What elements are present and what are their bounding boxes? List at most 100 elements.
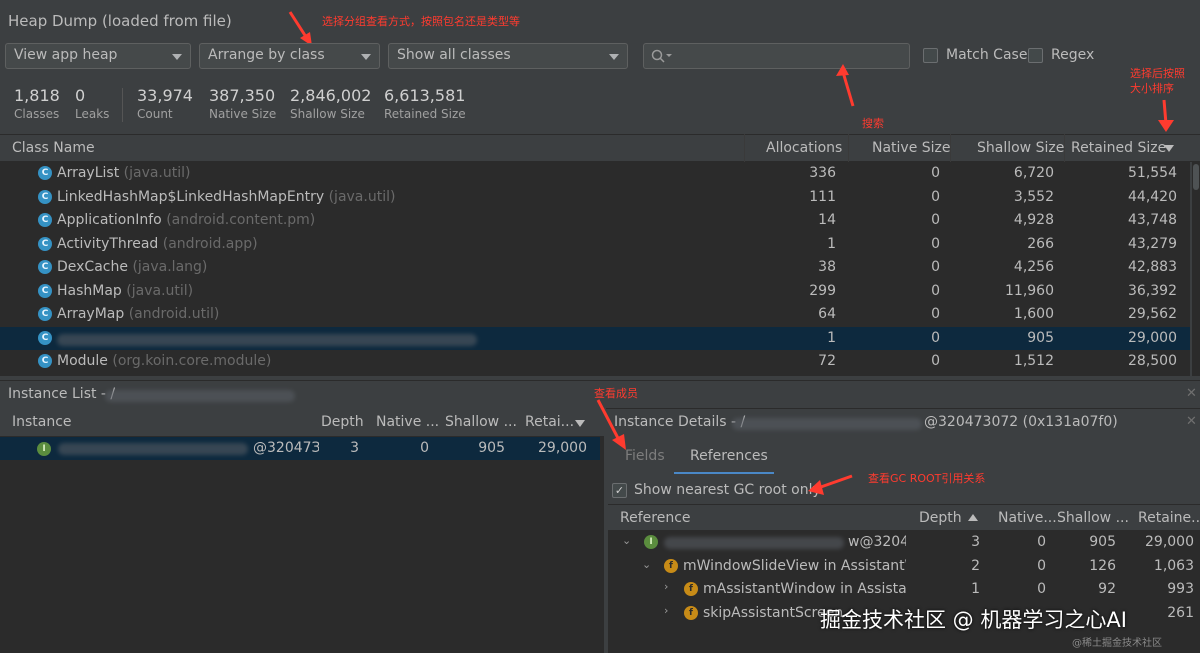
annotation-gcroot: 查看GC ROOT引用关系 bbox=[868, 472, 986, 485]
col-native[interactable]: Native... bbox=[998, 510, 1057, 526]
instance-list-title: Instance List - / bbox=[8, 386, 116, 402]
col-reference[interactable]: Reference bbox=[620, 510, 691, 526]
watermark: 掘金技术社区 @ 机器学习之心AI bbox=[820, 608, 1127, 632]
arrange-select[interactable]: Arrange by class bbox=[199, 43, 380, 69]
annotation-arrange: 选择分组查看方式，按照包名还是类型等 bbox=[322, 15, 520, 28]
class-table-body: C ArrayList (java.util) 336 0 6,720 51,5… bbox=[0, 162, 1190, 376]
table-row[interactable]: C Module (org.koin.core.module) 72 0 1,5… bbox=[0, 350, 1190, 373]
sort-asc-icon bbox=[968, 514, 978, 521]
class-table-header: Class Name Allocations Native Size Shall… bbox=[0, 134, 1200, 162]
class-icon: C bbox=[38, 236, 52, 251]
class-icon: C bbox=[38, 213, 52, 227]
annotation-arrow-gcroot bbox=[808, 474, 853, 495]
class-table-scrollbar[interactable] bbox=[1192, 162, 1200, 376]
col-native-size[interactable]: Native Size bbox=[872, 140, 951, 156]
tree-row[interactable]: ⌄ f mWindowSlideView in AssistantWi 2 0 … bbox=[608, 555, 1200, 578]
stat-leaks[interactable]: 0 Leaks bbox=[75, 86, 109, 121]
table-row[interactable]: C ActivityThread (android.app) 1 0 266 4… bbox=[0, 233, 1190, 256]
col-depth[interactable]: Depth bbox=[919, 510, 962, 526]
stat-count: 33,974 Count bbox=[137, 86, 193, 121]
regex-label: Regex bbox=[1051, 47, 1095, 63]
chevron-down-icon[interactable]: ⌄ bbox=[622, 534, 631, 547]
stat-shallow-size: 2,846,002 Shallow Size bbox=[290, 86, 372, 121]
match-case-checkbox[interactable] bbox=[923, 48, 938, 63]
instance-icon: I bbox=[37, 442, 51, 456]
table-row[interactable]: C ArrayMap (android.util) 64 0 1,600 29,… bbox=[0, 303, 1190, 326]
stat-retained-size: 6,613,581 Retained Size bbox=[384, 86, 466, 121]
field-icon: f bbox=[684, 582, 698, 596]
col-depth[interactable]: Depth bbox=[321, 414, 364, 430]
instance-details-address: @320473072 (0x131a07f0) bbox=[924, 414, 1118, 430]
gc-root-checkbox[interactable]: ✓ bbox=[612, 483, 627, 498]
redacted-text bbox=[664, 537, 844, 549]
class-icon: C bbox=[38, 189, 52, 204]
annotation-arrow-sort bbox=[1158, 99, 1174, 132]
heap-select[interactable]: View app heap bbox=[5, 43, 191, 69]
regex-checkbox[interactable] bbox=[1028, 48, 1043, 63]
instance-list-panel: Instance Depth Native ... Shallow ... Re… bbox=[0, 408, 604, 653]
match-case-label: Match Case bbox=[946, 47, 1028, 63]
chevron-down-icon bbox=[172, 54, 182, 60]
col-class-name[interactable]: Class Name bbox=[12, 140, 95, 156]
annotation-sort: 选择后按照 大小排序 bbox=[1130, 67, 1185, 95]
col-retained-size[interactable]: Retained Size bbox=[1071, 140, 1166, 156]
redacted-text bbox=[105, 390, 295, 402]
instance-row-selected[interactable]: I @32047З( 3 0 905 29,000 bbox=[0, 437, 600, 460]
redacted-class-name bbox=[57, 332, 477, 348]
redacted-text bbox=[732, 418, 922, 430]
annotation-search: 搜索 bbox=[862, 117, 884, 130]
field-icon: f bbox=[684, 605, 698, 620]
chevron-down-icon bbox=[609, 54, 619, 60]
col-shallow[interactable]: Shallow ... bbox=[445, 414, 517, 430]
class-icon: C bbox=[38, 330, 52, 345]
sort-desc-icon bbox=[575, 420, 585, 427]
tab-references[interactable]: References bbox=[690, 448, 768, 464]
col-instance[interactable]: Instance bbox=[12, 414, 72, 430]
filter-select[interactable]: Show all classes bbox=[388, 43, 628, 69]
class-icon: C bbox=[38, 283, 52, 298]
tab-active-indicator bbox=[674, 472, 774, 474]
table-row[interactable]: C LinkedHashMap$LinkedHashMapEntry (java… bbox=[0, 186, 1190, 209]
col-allocations[interactable]: Allocations bbox=[766, 140, 842, 156]
stat-native-size: 387,350 Native Size bbox=[209, 86, 277, 121]
window-title: Heap Dump (loaded from file) bbox=[8, 12, 232, 30]
table-row[interactable]: C HashMap (java.util) 299 0 11,960 36,39… bbox=[0, 280, 1190, 303]
search-icon bbox=[651, 49, 672, 63]
gc-root-label: Show nearest GC root only bbox=[634, 482, 821, 498]
chevron-right-icon[interactable]: › bbox=[664, 604, 668, 617]
instance-list-header: Instance Depth Native ... Shallow ... Re… bbox=[0, 408, 604, 437]
scrollbar-thumb[interactable] bbox=[1193, 164, 1199, 190]
close-icon[interactable]: ✕ bbox=[1186, 386, 1197, 401]
table-row-selected[interactable]: C 1 0 905 29,000 bbox=[0, 326, 1190, 350]
stat-classes: 1,818 Classes bbox=[14, 86, 60, 121]
chevron-down-icon[interactable]: ⌄ bbox=[642, 558, 651, 571]
table-row[interactable]: C ApplicationInfo (android.content.pm) 1… bbox=[0, 209, 1190, 232]
references-header: Reference Depth Native... Shallow ... Re… bbox=[608, 504, 1200, 531]
col-retained[interactable]: Retaine... bbox=[1138, 510, 1200, 526]
instance-details-titlebar: Instance Details - / @320473072 (0x131a0… bbox=[606, 408, 1200, 436]
stats-divider bbox=[122, 88, 123, 122]
chevron-down-icon bbox=[361, 54, 371, 60]
tree-row[interactable]: ⌄ I w@3204 3 0 905 29,000 bbox=[608, 531, 1200, 554]
chevron-right-icon[interactable]: › bbox=[664, 580, 668, 593]
class-icon: C bbox=[38, 260, 52, 274]
class-icon: C bbox=[38, 166, 52, 180]
annotation-arrow-fields bbox=[596, 399, 626, 450]
close-icon[interactable]: ✕ bbox=[1186, 414, 1197, 429]
tree-row[interactable]: › f mAssistantWindow in Assistant 1 0 92… bbox=[608, 578, 1200, 601]
instance-details-title: Instance Details - / bbox=[614, 414, 746, 430]
col-shallow-size[interactable]: Shallow Size bbox=[977, 140, 1064, 156]
table-row[interactable]: C DexCache (java.lang) 38 0 4,256 42,883 bbox=[0, 256, 1190, 279]
instance-icon: I bbox=[644, 535, 658, 549]
field-icon: f bbox=[664, 558, 678, 573]
search-input[interactable] bbox=[643, 43, 910, 69]
annotation-arrow-search bbox=[836, 64, 855, 107]
col-shallow[interactable]: Shallow ... bbox=[1057, 510, 1129, 526]
col-native[interactable]: Native ... bbox=[376, 414, 439, 430]
class-icon: C bbox=[38, 307, 52, 321]
watermark-sub: @稀土掘金技术社区 bbox=[1072, 638, 1162, 649]
col-retained[interactable]: Retai... bbox=[525, 414, 574, 430]
table-row[interactable]: C ArrayList (java.util) 336 0 6,720 51,5… bbox=[0, 162, 1190, 185]
redacted-text bbox=[58, 443, 248, 455]
annotation-arrow-arrange bbox=[288, 11, 312, 46]
